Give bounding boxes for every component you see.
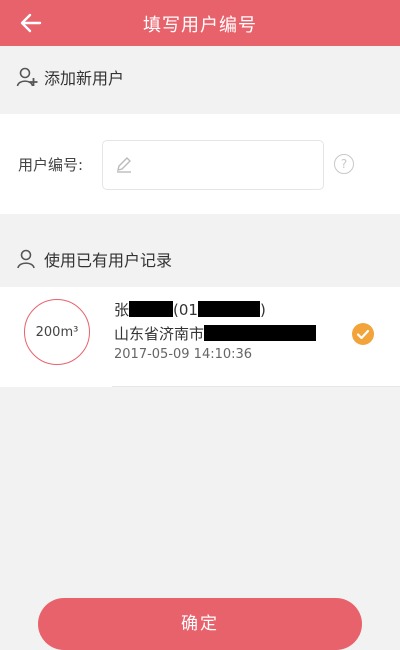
existing-user-title: 使用已有用户记录 bbox=[44, 251, 173, 270]
redaction-bar bbox=[197, 301, 260, 317]
user-record-item[interactable]: 200m³ 张 (01) 山东省济南市 2017-05-09 14:10:36 bbox=[0, 287, 400, 387]
record-timestamp: 2017-05-09 14:10:36 bbox=[114, 347, 253, 362]
record-address-prefix: 山东省济南市 bbox=[114, 325, 205, 343]
top-bar: 填写用户编号 bbox=[0, 0, 400, 46]
user-id-input[interactable] bbox=[102, 140, 324, 190]
confirm-button[interactable]: 确定 bbox=[38, 598, 362, 650]
redaction-bar bbox=[129, 301, 174, 317]
record-name-suffix: ) bbox=[259, 301, 266, 319]
record-name-prefix: 张 bbox=[114, 301, 130, 319]
user-icon bbox=[16, 248, 38, 270]
add-user-icon bbox=[16, 66, 38, 88]
user-id-label: 用户编号: bbox=[18, 156, 84, 174]
add-user-section-header: 添加新用户 bbox=[0, 52, 400, 102]
record-name-middle: (01 bbox=[173, 301, 198, 319]
pencil-icon bbox=[115, 155, 133, 173]
volume-badge: 200m³ bbox=[24, 299, 90, 365]
help-icon[interactable]: ? bbox=[334, 154, 354, 174]
record-name: 张 (01) bbox=[114, 299, 266, 320]
record-address: 山东省济南市 bbox=[114, 323, 317, 344]
existing-user-section-header: 使用已有用户记录 bbox=[0, 234, 400, 284]
redaction-bar bbox=[204, 325, 317, 341]
divider bbox=[112, 386, 400, 387]
checkmark-icon[interactable] bbox=[352, 323, 374, 345]
add-user-title: 添加新用户 bbox=[44, 69, 125, 88]
page-title: 填写用户编号 bbox=[143, 15, 257, 36]
user-id-panel: 用户编号: ? bbox=[0, 114, 400, 214]
